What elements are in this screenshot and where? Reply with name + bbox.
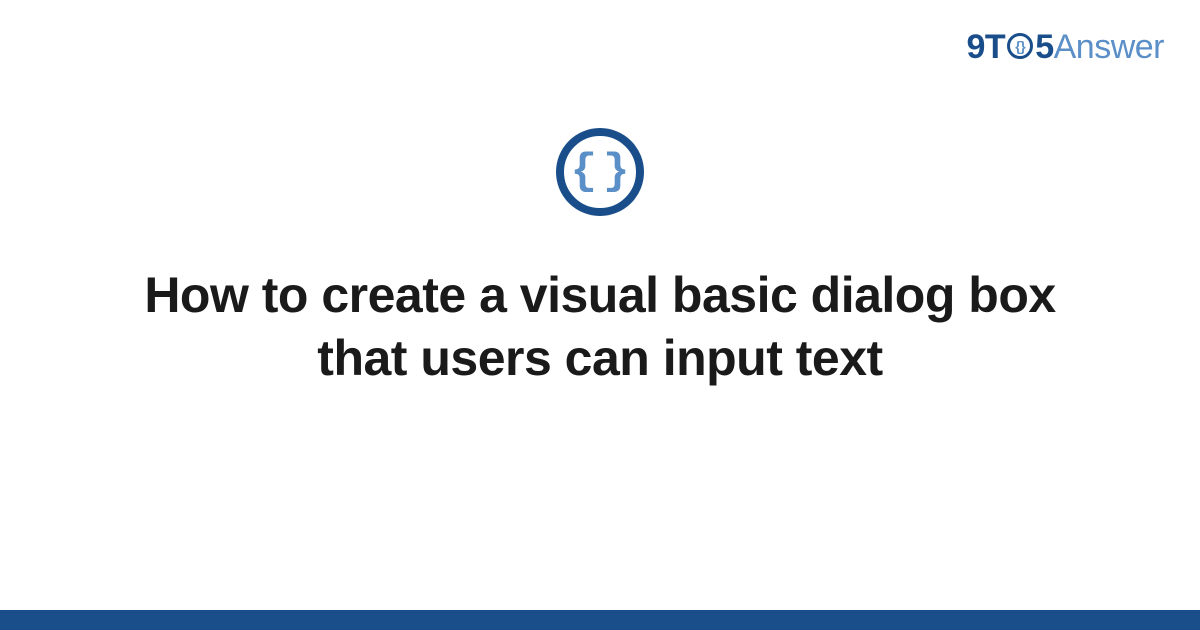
main-content: {} How to create a visual basic dialog b… bbox=[0, 128, 1200, 389]
logo-text-9t: 9T bbox=[967, 28, 1006, 66]
site-logo[interactable]: 9T{}5Answer bbox=[967, 28, 1164, 67]
logo-clock-icon: {} bbox=[1007, 33, 1033, 59]
logo-text-5: 5 bbox=[1035, 28, 1053, 66]
question-title: How to create a visual basic dialog box … bbox=[100, 264, 1100, 389]
topic-icon-circle: {} bbox=[556, 128, 644, 216]
logo-text-answer: Answer bbox=[1054, 28, 1164, 66]
code-braces-icon: {} bbox=[565, 150, 636, 194]
footer-accent-bar bbox=[0, 610, 1200, 630]
